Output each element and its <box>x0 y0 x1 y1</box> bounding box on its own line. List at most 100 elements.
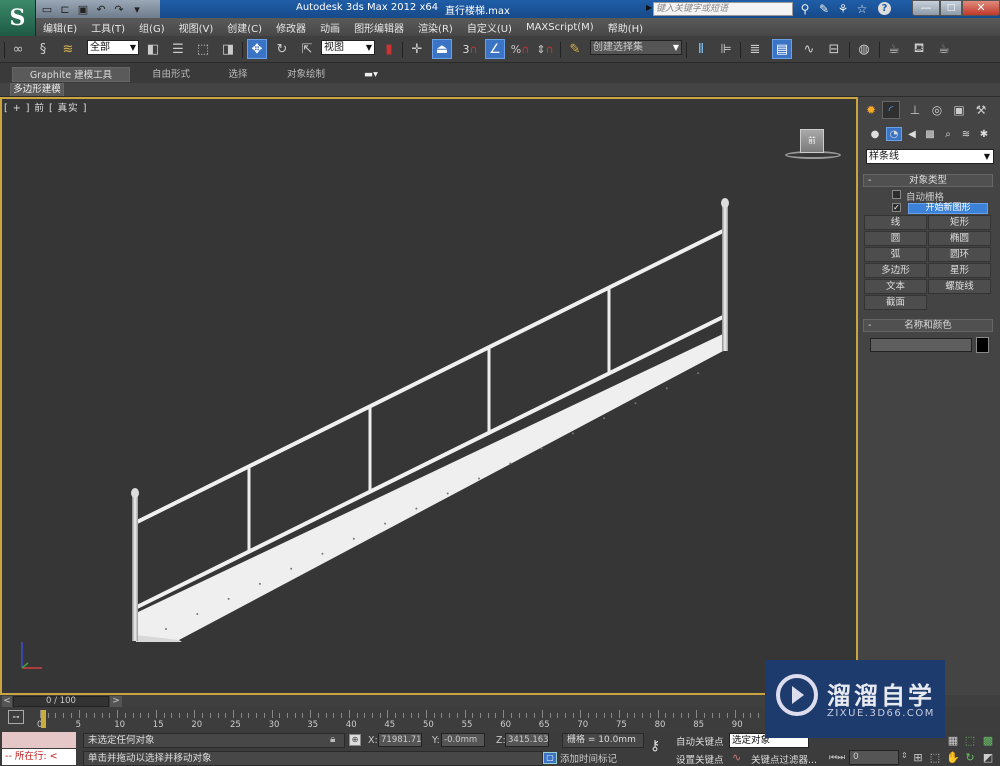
time-config-icon[interactable]: ⊞ <box>911 751 925 765</box>
object-type-rollout[interactable]: - 对象类型 <box>863 174 993 187</box>
absolute-mode-icon[interactable]: ⊕ <box>349 734 361 746</box>
previous-frame-button[interactable]: < <box>2 696 12 707</box>
menu-graph-editors[interactable]: 图形编辑器 <box>347 20 411 35</box>
undo-icon[interactable]: ↶ <box>94 2 108 16</box>
cameras-icon[interactable]: ▩ <box>922 127 938 141</box>
rectangle-button[interactable]: 矩形 <box>928 215 991 230</box>
satellite-icon[interactable]: ⚘ <box>835 2 851 16</box>
ellipse-button[interactable]: 椭圆 <box>928 231 991 246</box>
maximize-viewport-icon[interactable]: ◩ <box>981 751 995 765</box>
mirror-icon[interactable]: ⫴ <box>691 39 711 59</box>
select-by-name-icon[interactable]: ☰ <box>168 39 188 59</box>
key-mode-icon[interactable]: ∿ <box>732 751 741 764</box>
object-name-input[interactable] <box>870 338 972 352</box>
save-icon[interactable]: ▣ <box>76 2 90 16</box>
section-button[interactable]: 截面 <box>864 295 927 310</box>
pan-hand-icon[interactable]: ✋ <box>946 751 960 765</box>
maxscript-listener-output[interactable] <box>2 732 76 748</box>
angle-snap-icon[interactable]: ∠ <box>485 39 505 59</box>
create-tab-icon[interactable]: ✹ <box>862 101 880 119</box>
open-file-icon[interactable]: ⊏ <box>58 2 72 16</box>
menu-customize[interactable]: 自定义(U) <box>460 20 519 35</box>
bind-space-warp-icon[interactable]: ≋ <box>58 39 78 59</box>
select-and-scale-icon[interactable]: ⇱ <box>297 39 317 59</box>
align-icon[interactable]: ⊫ <box>716 39 736 59</box>
star-button[interactable]: 星形 <box>928 263 991 278</box>
space-warps-icon[interactable]: ≋ <box>958 127 974 141</box>
set-key-icon[interactable]: ⚷ <box>650 738 660 754</box>
donut-button[interactable]: 圆环 <box>928 247 991 262</box>
layer-manager-icon[interactable]: ≣ <box>745 39 765 59</box>
line-button[interactable]: 线 <box>864 215 927 230</box>
mini-curve-editor-icon[interactable]: ⊶ <box>8 710 24 724</box>
key-mode-toggle-icon[interactable]: ⏮⏭ <box>829 753 845 763</box>
schematic-view-icon[interactable]: ⊟ <box>824 39 844 59</box>
circle-button[interactable]: 圆 <box>864 231 927 246</box>
zoom-all-icon[interactable]: ▦ <box>946 734 960 748</box>
help-icon[interactable]: ? <box>878 2 891 15</box>
helix-button[interactable]: 螺旋线 <box>928 279 991 294</box>
rendered-frame-icon[interactable]: ⛾ <box>909 39 929 59</box>
close-button[interactable]: ✕ <box>962 0 1000 16</box>
percent-snap-icon[interactable]: % ∩ <box>510 39 530 59</box>
app-menu-button[interactable]: S <box>0 0 36 36</box>
render-setup-icon[interactable]: ☕ <box>884 39 904 59</box>
auto-key-button[interactable]: 自动关键点 <box>676 734 724 748</box>
favorites-star-icon[interactable]: ☆ <box>854 2 870 16</box>
maxscript-listener-input[interactable]: -- 所在行: < <box>2 749 76 765</box>
snaps-toggle-icon[interactable]: 3 ∩ <box>460 39 480 59</box>
x-coordinate-field[interactable]: 71981.719 <box>378 733 422 747</box>
pivot-center-icon[interactable]: ▮ <box>379 39 399 59</box>
link-icon[interactable]: ∞ <box>8 39 28 59</box>
tab-graphite-modeling[interactable]: Graphite 建模工具 <box>12 67 130 82</box>
unlink-icon[interactable]: § <box>33 39 53 59</box>
z-coordinate-field[interactable]: 3415.163m <box>505 733 549 747</box>
time-slider[interactable]: 0 / 100 <box>13 696 109 707</box>
current-frame-marker[interactable] <box>41 710 46 728</box>
selection-lock-icon[interactable]: 🔒︎ <box>330 734 335 745</box>
menu-views[interactable]: 视图(V) <box>172 20 221 35</box>
binoculars-icon[interactable]: ⚲ <box>797 2 813 16</box>
reference-coord-dropdown[interactable]: 视图 ▼ <box>321 40 375 55</box>
named-selection-dropdown[interactable]: 创建选择集 ▼ <box>590 40 682 55</box>
lights-icon[interactable]: ◀ <box>904 127 920 141</box>
auto-grid-checkbox[interactable] <box>892 190 901 199</box>
modify-tab-icon[interactable]: ◜ <box>882 101 900 119</box>
redo-icon[interactable]: ↷ <box>112 2 126 16</box>
select-and-move-icon[interactable]: ✥ <box>247 39 267 59</box>
arc-button[interactable]: 弧 <box>864 247 927 262</box>
helpers-icon[interactable]: ⌕ <box>940 127 956 141</box>
field-of-view-icon[interactable]: ⬚ <box>928 751 942 765</box>
key-filters-button[interactable]: 关键点过滤器... <box>751 752 817 766</box>
next-frame-button[interactable]: > <box>110 696 122 707</box>
window-crossing-icon[interactable]: ◨ <box>218 39 238 59</box>
search-input[interactable]: 键入关键字或短语 <box>653 2 793 16</box>
maximize-button[interactable]: □ <box>940 0 962 16</box>
manipulate-icon[interactable]: ✛ <box>407 39 427 59</box>
menu-modifiers[interactable]: 修改器 <box>269 20 313 35</box>
menu-animation[interactable]: 动画 <box>313 20 347 35</box>
edit-named-selection-icon[interactable]: ✎ <box>565 39 585 59</box>
time-tag-icon[interactable]: ▢ <box>543 752 557 764</box>
ngon-button[interactable]: 多边形 <box>864 263 927 278</box>
zoom-extents-icon[interactable]: ⬚ <box>963 734 977 748</box>
subtab-polygon-modeling[interactable]: 多边形建模 <box>10 83 64 97</box>
select-and-rotate-icon[interactable]: ↻ <box>272 39 292 59</box>
menu-maxscript[interactable]: MAXScript(M) <box>519 22 601 33</box>
stair-railing-model[interactable] <box>0 97 858 695</box>
add-time-tag[interactable]: 添加时间标记 <box>560 751 617 765</box>
orbit-icon[interactable]: ↻ <box>963 751 977 765</box>
curve-editor-icon[interactable]: ∿ <box>799 39 819 59</box>
tab-selection[interactable]: 选择 <box>212 67 264 82</box>
tab-object-paint[interactable]: 对象绘制 <box>270 67 342 82</box>
search-expand-icon[interactable]: ▶ <box>646 3 652 12</box>
y-coordinate-field[interactable]: -0.0mm <box>441 733 485 747</box>
shapes-icon[interactable]: ◔ <box>886 127 902 141</box>
zoom-extents-all-icon[interactable]: ▩ <box>981 734 995 748</box>
name-and-color-rollout[interactable]: - 名称和颜色 <box>863 319 993 332</box>
object-color-swatch[interactable] <box>976 337 989 353</box>
start-new-shape-checkbox[interactable]: ✓ <box>892 203 901 212</box>
new-file-icon[interactable]: ▭ <box>40 2 54 16</box>
set-key-button[interactable]: 设置关键点 <box>676 752 724 766</box>
spinner-snap-icon[interactable]: ⇕ ∩ <box>535 39 555 59</box>
